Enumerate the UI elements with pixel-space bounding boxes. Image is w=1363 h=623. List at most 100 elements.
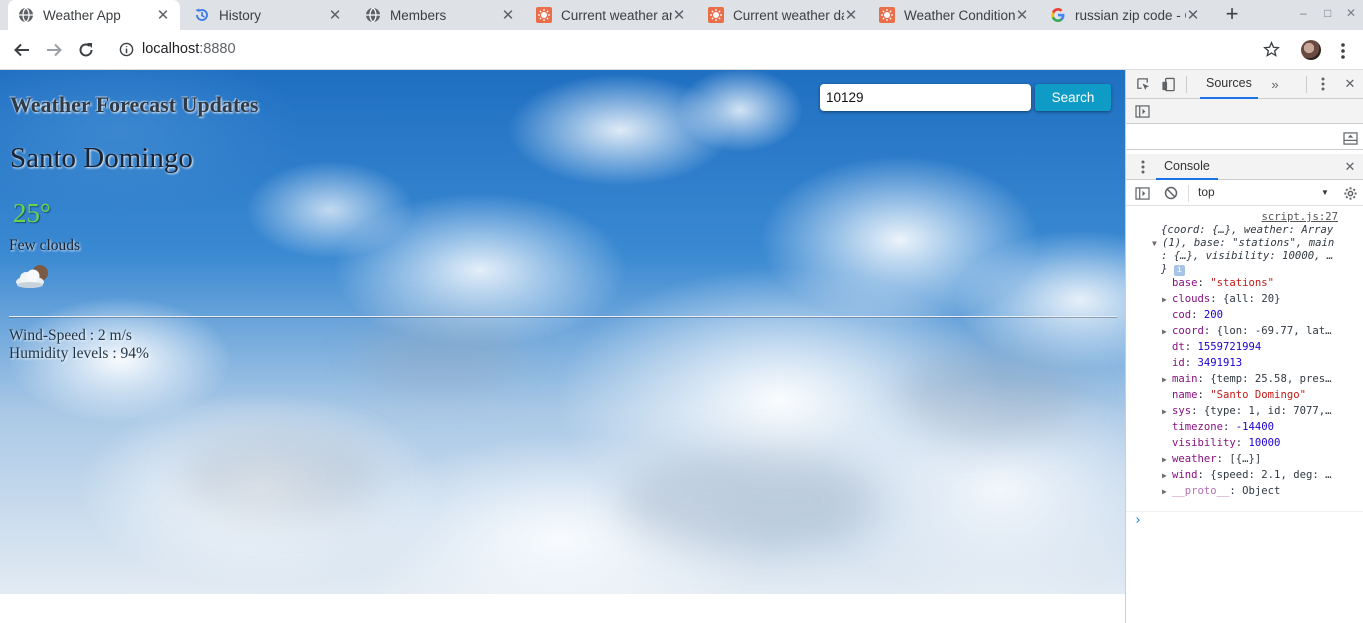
profile-avatar[interactable] bbox=[1301, 40, 1321, 60]
object-property-row[interactable]: ▶ wind: {speed: 2.1, deg: … bbox=[1162, 467, 1363, 484]
star-icon[interactable] bbox=[1263, 41, 1280, 58]
devtools-menu-icon[interactable] bbox=[1315, 76, 1331, 92]
object-property-row[interactable]: ▶ __proto__: Object bbox=[1162, 483, 1363, 500]
tab-title: Current weather ar bbox=[561, 7, 672, 23]
inspect-element-icon[interactable] bbox=[1135, 76, 1151, 92]
property-colon: : bbox=[1197, 469, 1211, 481]
collapsed-triangle-icon: ▶ bbox=[1162, 375, 1167, 384]
property-value: {lon: -69.77, lat… bbox=[1216, 325, 1332, 337]
property-value: 1559721994 bbox=[1197, 341, 1262, 353]
property-colon: : bbox=[1210, 293, 1224, 305]
property-value: 200 bbox=[1203, 309, 1224, 321]
menu-icon[interactable] bbox=[1340, 42, 1346, 60]
drawer-menu-icon[interactable] bbox=[1135, 159, 1151, 175]
property-key: weather bbox=[1172, 453, 1217, 465]
url-text: localhost:8880 bbox=[142, 41, 236, 57]
page-viewport: Weather Forecast Updates Search Santo Do… bbox=[0, 70, 1125, 623]
sources-navigator-bar bbox=[1126, 99, 1363, 124]
tab-google-search[interactable]: russian zip code - G ✕ bbox=[1040, 0, 1210, 30]
devtools-panel: Sources » ✕ Console ✕ top ▼ script.js:27… bbox=[1125, 70, 1363, 623]
arrow-right-icon bbox=[47, 43, 62, 57]
console-settings-icon[interactable] bbox=[1342, 185, 1358, 201]
device-toolbar-icon[interactable] bbox=[1160, 76, 1176, 92]
openweather-icon bbox=[879, 7, 895, 23]
close-icon[interactable]: ✕ bbox=[501, 6, 515, 24]
close-icon[interactable]: ✕ bbox=[672, 6, 686, 24]
property-key: cod bbox=[1172, 309, 1192, 321]
tab-weather-app[interactable]: Weather App ✕ bbox=[8, 0, 180, 30]
drawer-tab-bar: Console ✕ bbox=[1126, 154, 1363, 180]
cloud-shadow bbox=[360, 320, 520, 390]
object-property-row[interactable]: ▶ coord: {lon: -69.77, lat… bbox=[1162, 323, 1363, 340]
tab-sources[interactable]: Sources bbox=[1200, 76, 1258, 99]
more-tabs-icon[interactable]: » bbox=[1267, 76, 1283, 92]
property-value: "stations" bbox=[1210, 277, 1275, 289]
collapsed-triangle-icon: ▶ bbox=[1162, 455, 1167, 464]
address-bar[interactable]: localhost:8880 bbox=[110, 35, 1290, 65]
city-name: Santo Domingo bbox=[10, 142, 193, 174]
close-icon[interactable]: ✕ bbox=[1015, 6, 1029, 24]
property-value: 3491913 bbox=[1197, 357, 1243, 369]
close-icon[interactable]: ✕ bbox=[156, 6, 170, 24]
minimize-icon[interactable]: – bbox=[1300, 6, 1307, 20]
show-debugger-icon[interactable] bbox=[1342, 130, 1358, 146]
property-key: name bbox=[1172, 389, 1198, 401]
property-colon: : bbox=[1184, 341, 1198, 353]
cloud-shadow bbox=[620, 450, 880, 550]
property-colon: : bbox=[1197, 389, 1211, 401]
tab-title: Weather App bbox=[43, 7, 121, 23]
dropdown-arrow-icon[interactable]: ▼ bbox=[1321, 188, 1329, 197]
search-button[interactable]: Search bbox=[1035, 84, 1111, 111]
zip-search-input[interactable] bbox=[820, 84, 1031, 111]
tab-current-weather-api[interactable]: Current weather ar ✕ bbox=[526, 0, 696, 30]
maximize-icon[interactable]: □ bbox=[1324, 6, 1331, 20]
url-host: localhost bbox=[142, 41, 200, 57]
property-value: {temp: 25.58, pres… bbox=[1210, 373, 1332, 385]
collapsed-triangle-icon: ▶ bbox=[1162, 327, 1167, 336]
close-drawer-icon[interactable]: ✕ bbox=[1342, 159, 1358, 175]
show-navigator-icon[interactable] bbox=[1134, 103, 1150, 119]
collapsed-triangle-icon: ▶ bbox=[1162, 471, 1167, 480]
property-colon: : bbox=[1229, 485, 1243, 497]
object-property-row[interactable]: ▶ main: {temp: 25.58, pres… bbox=[1162, 371, 1363, 388]
close-window-icon[interactable]: ✕ bbox=[1346, 6, 1356, 20]
forward-button[interactable] bbox=[42, 38, 66, 62]
tab-weather-conditions[interactable]: Weather Conditions ✕ bbox=[869, 0, 1039, 30]
close-icon[interactable]: ✕ bbox=[1186, 6, 1200, 24]
back-button[interactable] bbox=[10, 38, 34, 62]
execution-context-select[interactable]: top bbox=[1198, 185, 1215, 199]
reload-button[interactable] bbox=[74, 38, 98, 62]
close-devtools-icon[interactable]: ✕ bbox=[1342, 76, 1358, 92]
console-prompt-icon[interactable]: › bbox=[1134, 513, 1363, 529]
sources-content bbox=[1126, 125, 1363, 150]
log-summary-text: } bbox=[1161, 263, 1168, 275]
property-key: sys bbox=[1172, 405, 1192, 417]
cloud-shadow bbox=[180, 430, 380, 520]
browser-toolbar: localhost:8880 bbox=[0, 30, 1363, 70]
context-label: top bbox=[1198, 185, 1215, 199]
console-sidebar-icon[interactable] bbox=[1134, 185, 1150, 201]
section-divider bbox=[9, 316, 1117, 317]
new-tab-button[interactable]: + bbox=[1220, 3, 1244, 27]
object-property-row: id: 3491913 bbox=[1162, 355, 1363, 371]
object-property-row[interactable]: ▶ weather: [{…}] bbox=[1162, 451, 1363, 468]
object-property-row[interactable]: ▶ clouds: {all: 20} bbox=[1162, 291, 1363, 308]
info-icon[interactable] bbox=[119, 42, 134, 57]
property-key: base bbox=[1172, 277, 1198, 289]
property-key: dt bbox=[1172, 341, 1185, 353]
tab-console[interactable]: Console bbox=[1156, 159, 1218, 180]
close-icon[interactable]: ✕ bbox=[328, 6, 342, 24]
openweather-icon bbox=[708, 7, 724, 23]
object-property-row[interactable]: ▶ sys: {type: 1, id: 7077,… bbox=[1162, 403, 1363, 420]
tab-history[interactable]: History ✕ bbox=[184, 0, 352, 30]
property-key: visibility bbox=[1172, 437, 1236, 449]
reload-icon bbox=[79, 43, 93, 57]
object-property-row: cod: 200 bbox=[1162, 307, 1363, 323]
clear-console-icon[interactable] bbox=[1163, 185, 1179, 201]
property-colon: : bbox=[1191, 405, 1204, 417]
tab-members[interactable]: Members ✕ bbox=[355, 0, 525, 30]
temperature: 25° bbox=[13, 198, 51, 228]
property-value: {speed: 2.1, deg: … bbox=[1210, 469, 1332, 481]
tab-current-weather-data[interactable]: Current weather da ✕ bbox=[698, 0, 868, 30]
close-icon[interactable]: ✕ bbox=[844, 6, 858, 24]
